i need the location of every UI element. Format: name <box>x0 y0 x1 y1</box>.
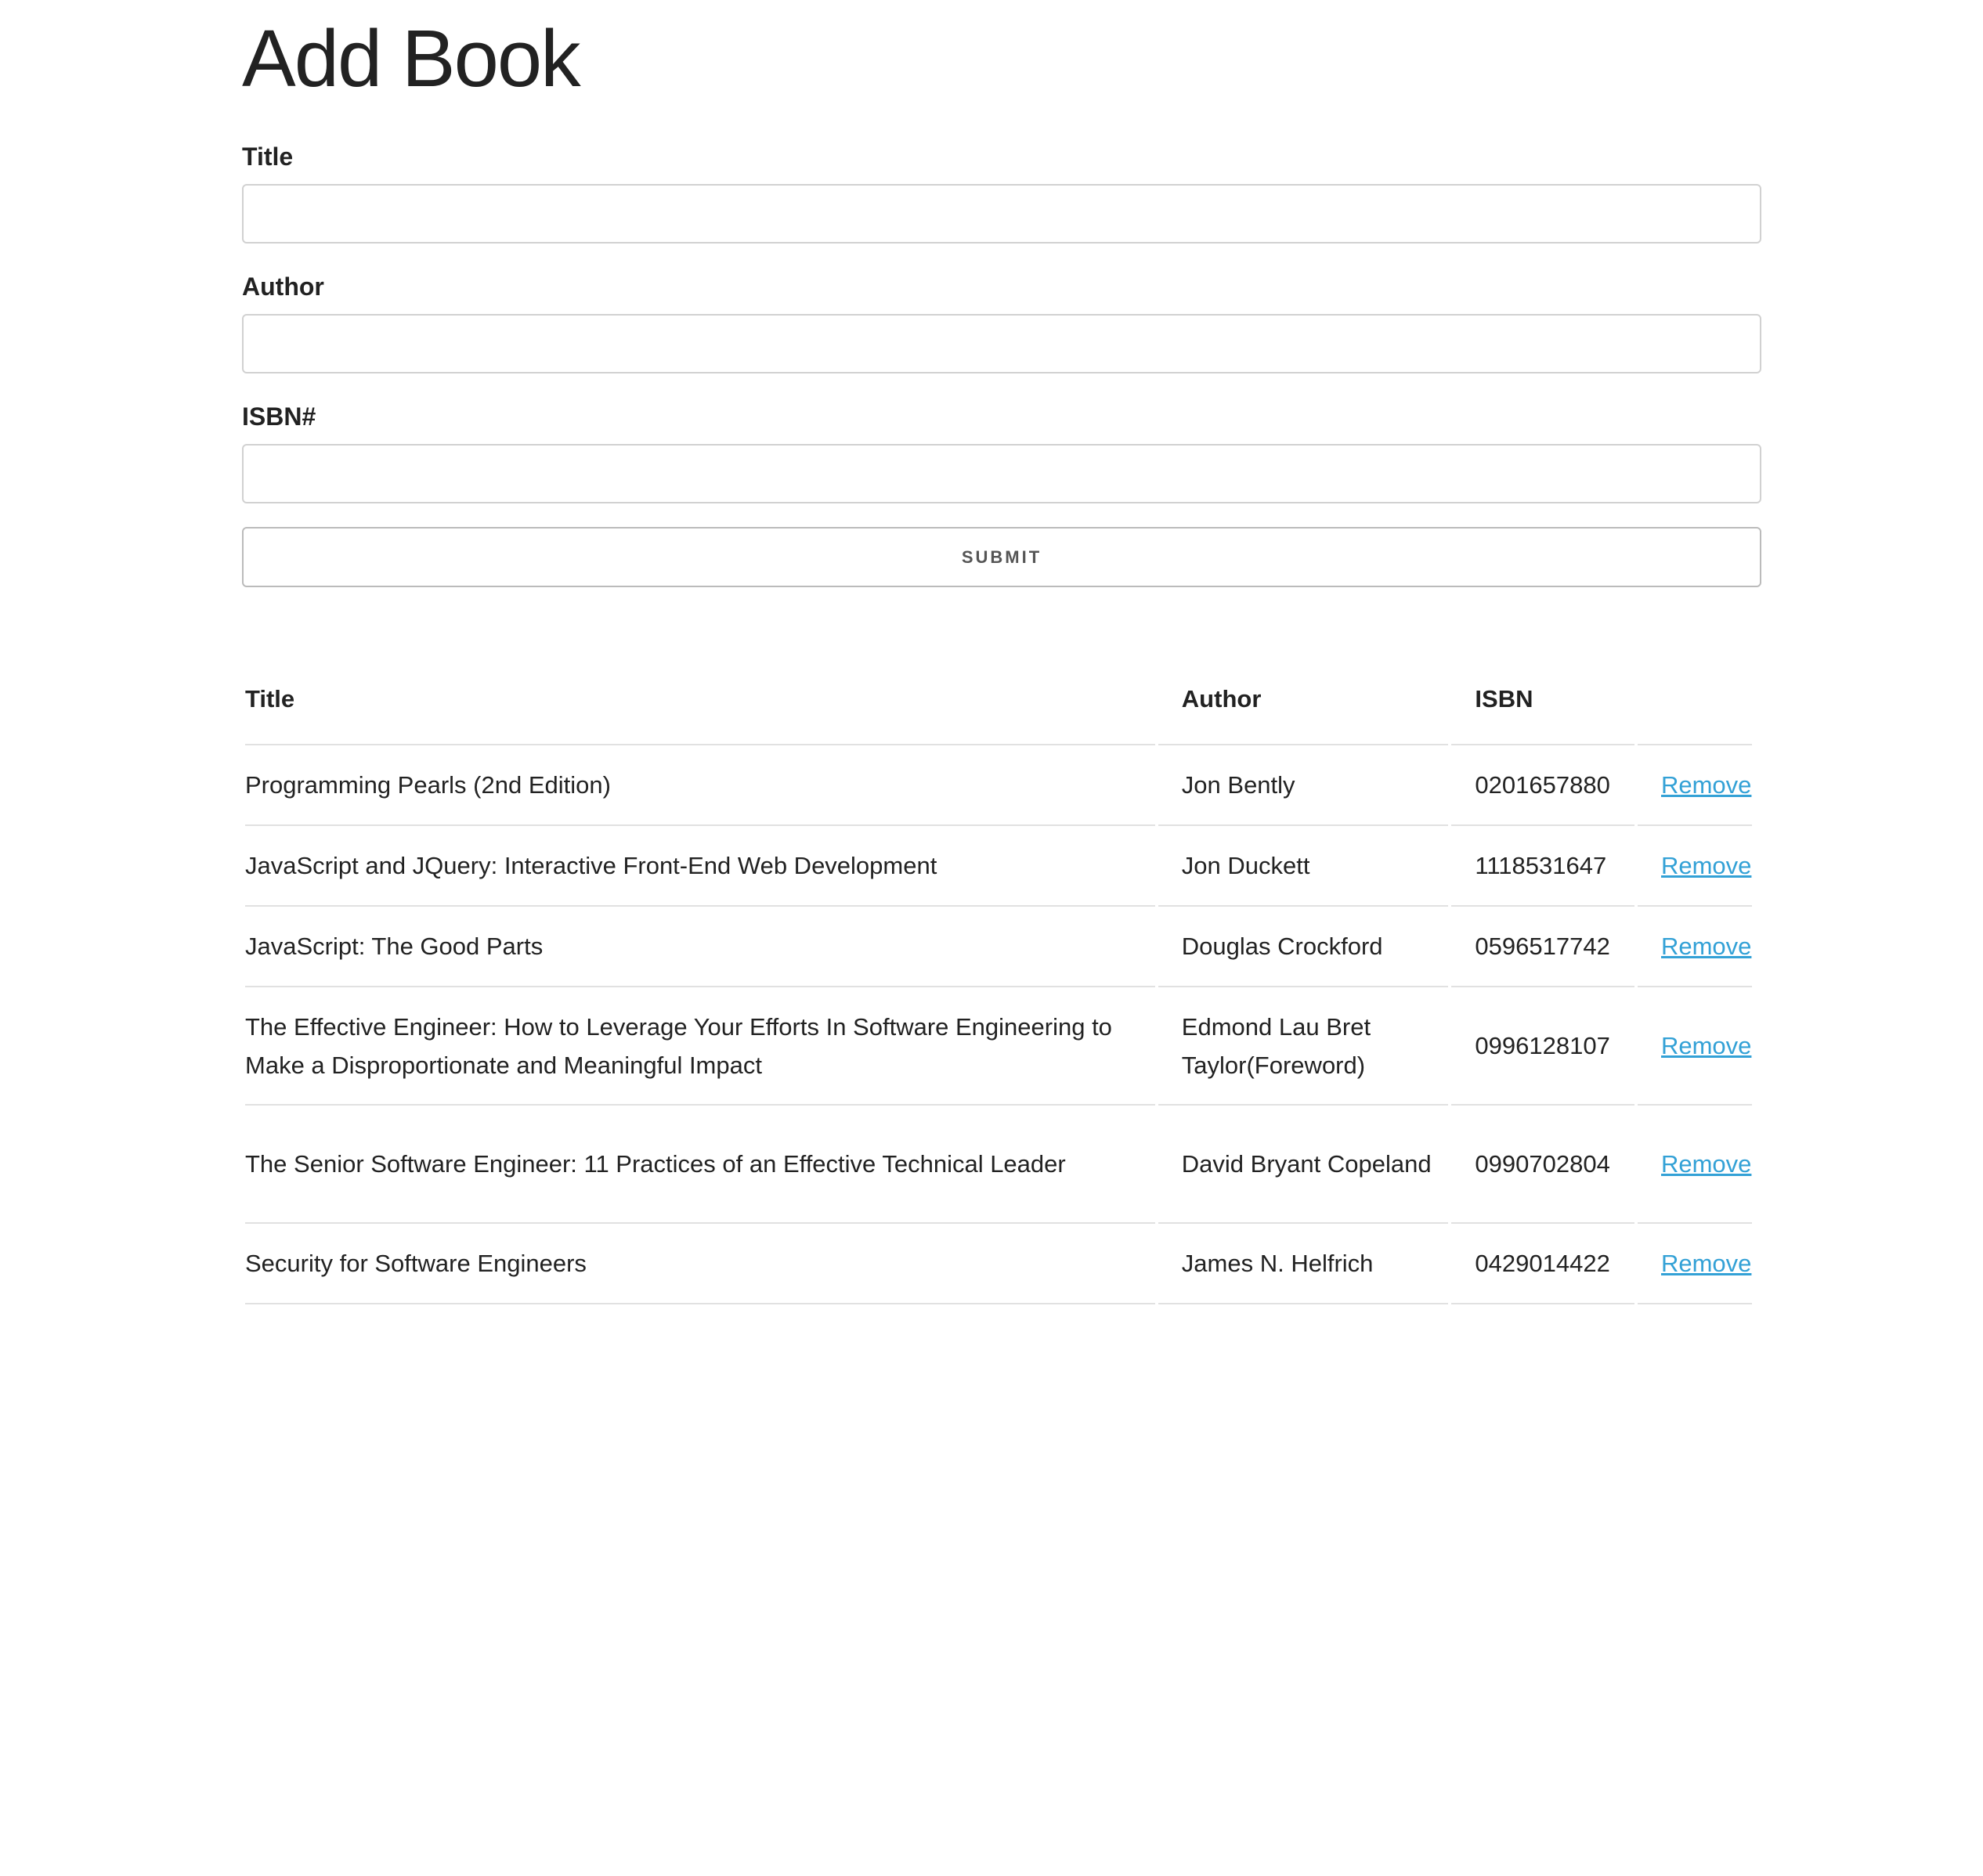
book-author-cell: Edmond Lau Bret Taylor(Foreword) <box>1158 987 1449 1106</box>
title-label: Title <box>242 143 294 171</box>
isbn-input[interactable] <box>242 444 1761 503</box>
isbn-label: ISBN# <box>242 402 316 431</box>
title-input[interactable] <box>242 184 1761 244</box>
column-header-author: Author <box>1158 667 1449 745</box>
book-author-cell: Jon Duckett <box>1158 826 1449 907</box>
column-header-action <box>1637 667 1752 745</box>
book-isbn-cell: 0201657880 <box>1451 745 1634 826</box>
book-author-cell: James N. Helfrich <box>1158 1224 1449 1304</box>
column-header-isbn: ISBN <box>1451 667 1634 745</box>
book-author-cell: Douglas Crockford <box>1158 907 1449 987</box>
table-row: JavaScript and JQuery: Interactive Front… <box>245 826 1752 907</box>
book-isbn-cell: 1118531647 <box>1451 826 1634 907</box>
book-action-cell: Remove <box>1637 826 1752 907</box>
book-title-cell: JavaScript: The Good Parts <box>245 907 1155 987</box>
remove-link[interactable]: Remove <box>1661 933 1751 960</box>
book-isbn-cell: 0596517742 <box>1451 907 1634 987</box>
book-action-cell: Remove <box>1637 745 1752 826</box>
book-title-cell: Security for Software Engineers <box>245 1224 1155 1304</box>
remove-link[interactable]: Remove <box>1661 1032 1751 1059</box>
column-header-title: Title <box>245 667 1155 745</box>
book-isbn-cell: 0996128107 <box>1451 987 1634 1106</box>
book-title-cell: The Effective Engineer: How to Leverage … <box>245 987 1155 1106</box>
book-isbn-cell: 0990702804 <box>1451 1106 1634 1224</box>
books-table: Title Author ISBN Programming Pearls (2n… <box>242 667 1755 1304</box>
table-row: JavaScript: The Good Parts Douglas Crock… <box>245 907 1752 987</box>
table-row: Security for Software Engineers James N.… <box>245 1224 1752 1304</box>
table-header-row: Title Author ISBN <box>245 667 1752 745</box>
book-isbn-cell: 0429014422 <box>1451 1224 1634 1304</box>
table-row: The Effective Engineer: How to Leverage … <box>245 987 1752 1106</box>
remove-link[interactable]: Remove <box>1661 1250 1751 1277</box>
author-input[interactable] <box>242 314 1761 373</box>
book-title-cell: JavaScript and JQuery: Interactive Front… <box>245 826 1155 907</box>
book-action-cell: Remove <box>1637 907 1752 987</box>
author-label: Author <box>242 272 324 301</box>
book-title-cell: Programming Pearls (2nd Edition) <box>245 745 1155 826</box>
remove-link[interactable]: Remove <box>1661 1150 1751 1178</box>
remove-link[interactable]: Remove <box>1661 771 1751 799</box>
book-title-cell: The Senior Software Engineer: 11 Practic… <box>245 1106 1155 1224</box>
book-action-cell: Remove <box>1637 1224 1752 1304</box>
remove-link[interactable]: Remove <box>1661 852 1751 879</box>
book-action-cell: Remove <box>1637 1106 1752 1224</box>
table-row: Programming Pearls (2nd Edition) Jon Ben… <box>245 745 1752 826</box>
book-author-cell: Jon Bently <box>1158 745 1449 826</box>
submit-button[interactable]: SUBMIT <box>242 527 1761 587</box>
page-title: Add Book <box>242 13 581 103</box>
table-row: The Senior Software Engineer: 11 Practic… <box>245 1106 1752 1224</box>
book-author-cell: David Bryant Copeland <box>1158 1106 1449 1224</box>
book-action-cell: Remove <box>1637 987 1752 1106</box>
